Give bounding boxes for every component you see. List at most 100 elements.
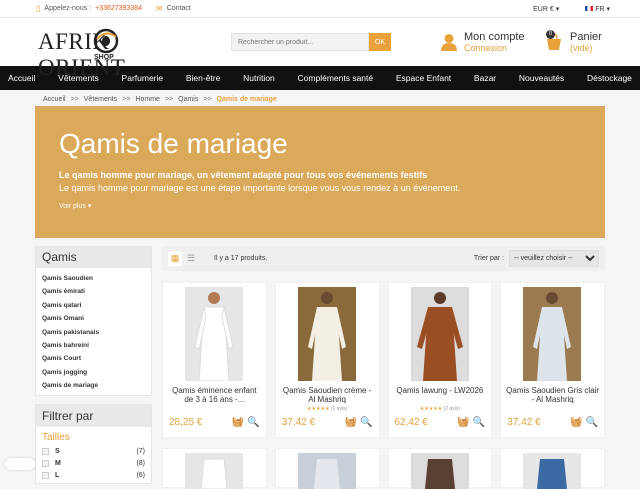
flag-icon (585, 5, 594, 11)
product-card[interactable]: Qamis lawung - LW2026 ★★★★★ (2 avis) 62,… (387, 282, 493, 438)
checkbox[interactable] (42, 447, 49, 455)
product-card[interactable]: Qamis éminence enfant de 3 à 16 ans -...… (162, 282, 267, 438)
account-title: Mon compte (464, 31, 525, 43)
sidebar-item-jogging[interactable]: Qamis jogging (42, 366, 145, 379)
chevron-down-icon: ▾ (606, 5, 610, 13)
account-link[interactable]: Mon compte Connexion (440, 31, 525, 53)
product-image[interactable] (297, 453, 356, 489)
currency-value: EUR € (533, 5, 554, 13)
product-toolbar: ▦ ☰ Il y a 17 produits. Trier par : -- v… (162, 246, 605, 271)
nav-item-bazar[interactable]: Bazar (474, 73, 496, 83)
product-photo (185, 453, 243, 489)
size-label: M (55, 459, 61, 467)
product-name[interactable]: Qamis éminence enfant de 3 à 16 ans -... (167, 386, 262, 404)
sidebar-item-pakistanais[interactable]: Qamis pakistanais (42, 326, 145, 339)
list-view-icon[interactable]: ☰ (184, 252, 198, 266)
breadcrumb-link[interactable]: Homme (135, 96, 160, 103)
zoom-icon[interactable]: 🔍 (247, 417, 259, 428)
sidebar-item-saoudien[interactable]: Qamis Saoudien (42, 272, 145, 285)
checkbox[interactable] (42, 471, 49, 479)
see-more-link[interactable]: Voir plus ▾ (59, 202, 581, 210)
nav-item-destockage[interactable]: Déstockage (587, 73, 632, 83)
nav-item-accueil[interactable]: Accueil (8, 73, 35, 83)
product-grid: Qamis éminence enfant de 3 à 16 ans -...… (162, 282, 605, 489)
nav-item-complements[interactable]: Compléments santé (298, 73, 374, 83)
category-sidebar: Qamis Qamis Saoudien Qamis émirati Qamis… (35, 246, 152, 396)
nav-item-bien-etre[interactable]: Bien-être (186, 73, 221, 83)
product-name[interactable]: Qamis lawung - LW2026 (393, 386, 488, 395)
product-image[interactable] (297, 287, 356, 381)
grid-view-icon[interactable]: ▦ (168, 251, 182, 266)
size-label: S (55, 447, 60, 455)
cart-link[interactable]: 0 Panier (vide) (544, 30, 602, 53)
breadcrumb-separator: >> (164, 96, 174, 103)
breadcrumb-link[interactable]: Vêtements (84, 96, 117, 103)
sidebar-item-court[interactable]: Qamis Court (42, 352, 145, 365)
product-image[interactable] (523, 453, 582, 489)
phone-number[interactable]: +33627393384 (95, 5, 142, 12)
size-filter-option[interactable]: S (7) (36, 445, 151, 457)
sidebar-item-emirati[interactable]: Qamis émirati (42, 285, 145, 298)
product-image[interactable] (185, 453, 243, 489)
basket-icon[interactable]: 🧺 (457, 417, 469, 428)
product-card[interactable] (162, 448, 267, 489)
product-photo (410, 287, 469, 381)
product-card[interactable] (387, 448, 493, 489)
sidebar-item-omani[interactable]: Qamis Omani (42, 312, 145, 325)
filter-panel: Filtrer par Tailles S (7) M (8) L (6) (35, 404, 152, 484)
size-filter-option[interactable]: L (6) (36, 469, 151, 481)
chevron-down-icon: ▾ (555, 5, 560, 13)
product-photo (297, 453, 356, 489)
checkbox[interactable] (42, 459, 49, 467)
currency-selector[interactable]: EUR € ▾ (533, 5, 559, 13)
product-name[interactable]: Qamis Saoudien Gris clair - Al Mashriq (505, 386, 600, 404)
sidebar-item-mariage[interactable]: Qamis de mariage (42, 379, 145, 392)
search-button[interactable]: OK (369, 33, 391, 51)
phone-label: Appelez-nous : (44, 5, 92, 12)
product-price: 62,42 € (394, 417, 428, 428)
contact-link[interactable]: ✉ Contact (156, 4, 191, 13)
logo[interactable]: AFRIK ORIENT SHOP (38, 24, 178, 80)
basket-icon[interactable]: 🧺 (232, 417, 244, 428)
banner-description: Le qamis homme pour mariage est une étap… (59, 183, 461, 193)
product-card[interactable] (500, 448, 605, 489)
sort-select[interactable]: -- veuillez choisir -- (509, 250, 599, 267)
basket-icon[interactable]: 🧺 (345, 417, 357, 428)
zoom-icon[interactable]: 🔍 (586, 417, 598, 428)
size-filter-option[interactable]: M (8) (36, 457, 151, 469)
language-selector[interactable]: FR ▾ (585, 5, 610, 13)
cart-title: Panier (570, 31, 602, 43)
breadcrumb-link[interactable]: Qamis (178, 96, 198, 103)
product-image[interactable] (410, 453, 469, 489)
nav-item-espace-enfant[interactable]: Espace Enfant (396, 73, 451, 83)
product-photo (185, 287, 243, 381)
product-photo (523, 287, 582, 381)
account-login: Connexion (464, 43, 508, 53)
search-input[interactable] (231, 33, 369, 51)
product-photo (410, 453, 469, 489)
product-card[interactable]: Qamis Saoudien Gris clair - Al Mashriq 3… (500, 282, 605, 438)
product-name[interactable]: Qamis Saoudien crème - Al Mashriq (280, 386, 375, 404)
product-price: 28,25 € (169, 417, 203, 428)
cookie-toggle[interactable] (5, 458, 35, 470)
nav-item-nouveautes[interactable]: Nouveautés (519, 73, 564, 83)
size-count: (8) (136, 459, 145, 467)
review-count: (1 avis) (330, 406, 348, 412)
nav-item-nutrition[interactable]: Nutrition (243, 73, 275, 83)
logo-shop-text: SHOP (94, 54, 114, 61)
product-count: Il y a 17 produits. (214, 255, 268, 262)
filter-title: Filtrer par (36, 405, 151, 427)
sidebar-item-qatari[interactable]: Qamis qatari (42, 299, 145, 312)
zoom-icon[interactable]: 🔍 (473, 417, 485, 428)
product-image[interactable] (523, 287, 582, 381)
logo-eye-icon (93, 28, 119, 54)
product-image[interactable] (410, 287, 469, 381)
sidebar-item-bahreini[interactable]: Qamis bahreini (42, 339, 145, 352)
basket-icon[interactable]: 🧺 (570, 417, 582, 428)
size-count: (6) (136, 471, 145, 479)
product-image[interactable] (185, 287, 243, 381)
product-card[interactable]: Qamis Saoudien crème - Al Mashriq ★★★★★ … (274, 282, 380, 438)
product-card[interactable] (274, 448, 380, 489)
zoom-icon[interactable]: 🔍 (360, 417, 372, 428)
breadcrumb-link[interactable]: Accueil (43, 96, 66, 103)
